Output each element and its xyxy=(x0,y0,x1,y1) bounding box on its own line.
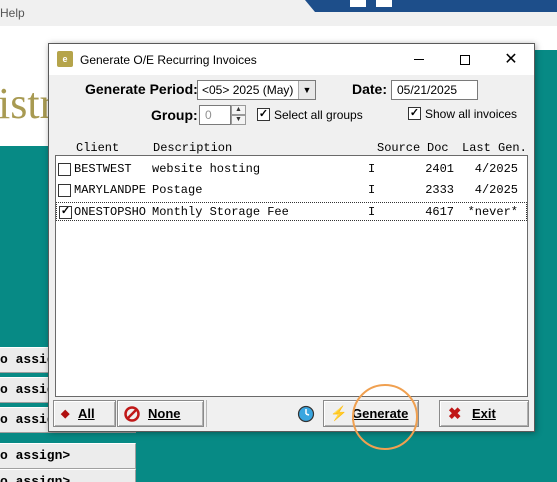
table-row[interactable]: ✓ ONESTOPSHO Monthly Storage Fee I 4617 … xyxy=(56,202,527,221)
menu-help[interactable]: Help xyxy=(0,6,25,20)
show-all-invoices-checkbox[interactable]: ✓ xyxy=(408,107,421,120)
generate-period-label: Generate Period: xyxy=(85,81,198,97)
clock-icon[interactable] xyxy=(297,405,315,423)
taskbar-button-icon[interactable] xyxy=(350,0,366,7)
chevron-down-icon[interactable]: ▼ xyxy=(298,81,315,99)
table-row[interactable]: MARYLANDPE Postage I 2333 4/2025 xyxy=(56,181,527,200)
cell-source: I xyxy=(368,162,376,176)
dialog-title: Generate O/E Recurring Invoices xyxy=(80,53,257,67)
dialog-titlebar[interactable]: e Generate O/E Recurring Invoices ✕ xyxy=(49,44,534,75)
cell-doc: 4617 xyxy=(425,205,454,219)
button-separator xyxy=(206,400,207,427)
column-header-source: Source xyxy=(377,141,421,155)
cell-description: Monthly Storage Fee xyxy=(152,205,289,219)
highlight-annotation-circle xyxy=(352,384,418,450)
diamond-icon: ◆ xyxy=(61,408,70,420)
row-checkbox[interactable]: ✓ xyxy=(59,206,72,219)
none-button[interactable]: None xyxy=(117,400,204,427)
row-checkbox[interactable] xyxy=(58,163,71,176)
cell-client: MARYLANDPE xyxy=(74,183,147,197)
exit-button-label: Exit xyxy=(472,406,496,421)
all-button-label: All xyxy=(78,406,95,421)
background-banner-text: istr xyxy=(0,79,55,128)
date-label: Date: xyxy=(352,81,388,97)
show-all-invoices-label: Show all invoices xyxy=(425,107,518,121)
background-assign-item[interactable]: o assign> xyxy=(0,469,136,482)
column-header-description: Description xyxy=(153,141,233,155)
all-button[interactable]: ◆ All xyxy=(53,400,116,427)
app-icon: e xyxy=(57,51,73,67)
cell-doc: 2401 xyxy=(425,162,454,176)
generate-period-select[interactable]: <05> 2025 (May) ▼ xyxy=(197,80,316,100)
invoice-list[interactable]: BESTWEST website hosting I 2401 4/2025 M… xyxy=(55,155,528,397)
column-header-last-gen: Last Gen. xyxy=(462,141,527,155)
close-icon: ✖ xyxy=(448,406,462,423)
cell-source: I xyxy=(368,183,376,197)
column-header-doc: Doc xyxy=(427,141,449,155)
exit-button[interactable]: ✖ Exit xyxy=(439,400,529,427)
cell-source: I xyxy=(368,205,376,219)
cell-client: BESTWEST xyxy=(74,162,132,176)
select-all-groups-label: Select all groups xyxy=(274,108,363,122)
group-field[interactable]: 0 xyxy=(199,105,231,125)
minimize-icon xyxy=(414,59,424,60)
group-stepper[interactable]: ▲ ▼ xyxy=(231,105,246,125)
table-row[interactable]: BESTWEST website hosting I 2401 4/2025 xyxy=(56,160,527,179)
none-button-label: None xyxy=(148,406,181,421)
cell-description: Postage xyxy=(152,183,203,197)
row-checkbox[interactable] xyxy=(58,184,71,197)
no-entry-icon xyxy=(124,406,140,422)
background-assign-item[interactable]: o assign> xyxy=(0,443,136,469)
select-all-groups-checkbox[interactable]: ✓ xyxy=(257,108,270,121)
lightning-icon: ⚡ xyxy=(330,405,348,421)
cell-last-gen: 4/2025 xyxy=(474,183,518,197)
maximize-button[interactable] xyxy=(442,44,488,75)
cell-doc: 2333 xyxy=(425,183,454,197)
date-field[interactable]: 05/21/2025 xyxy=(391,80,478,100)
chevron-up-icon[interactable]: ▲ xyxy=(231,105,246,115)
generate-recurring-invoices-dialog: e Generate O/E Recurring Invoices ✕ Gene… xyxy=(48,43,535,432)
close-icon: ✕ xyxy=(504,50,518,68)
cell-last-gen: 4/2025 xyxy=(474,162,518,176)
background-taskbar xyxy=(305,0,557,12)
close-button[interactable]: ✕ xyxy=(488,44,534,75)
group-label: Group: xyxy=(151,107,198,123)
column-header-client: Client xyxy=(76,141,120,155)
cell-description: website hosting xyxy=(152,162,261,176)
generate-period-value: <05> 2025 (May) xyxy=(202,83,294,97)
chevron-down-icon[interactable]: ▼ xyxy=(231,115,246,125)
cell-client: ONESTOPSHO xyxy=(74,205,147,219)
maximize-icon xyxy=(460,54,470,65)
taskbar-button-icon[interactable] xyxy=(376,0,392,7)
minimize-button[interactable] xyxy=(396,44,442,75)
cell-last-gen: *never* xyxy=(467,205,518,219)
